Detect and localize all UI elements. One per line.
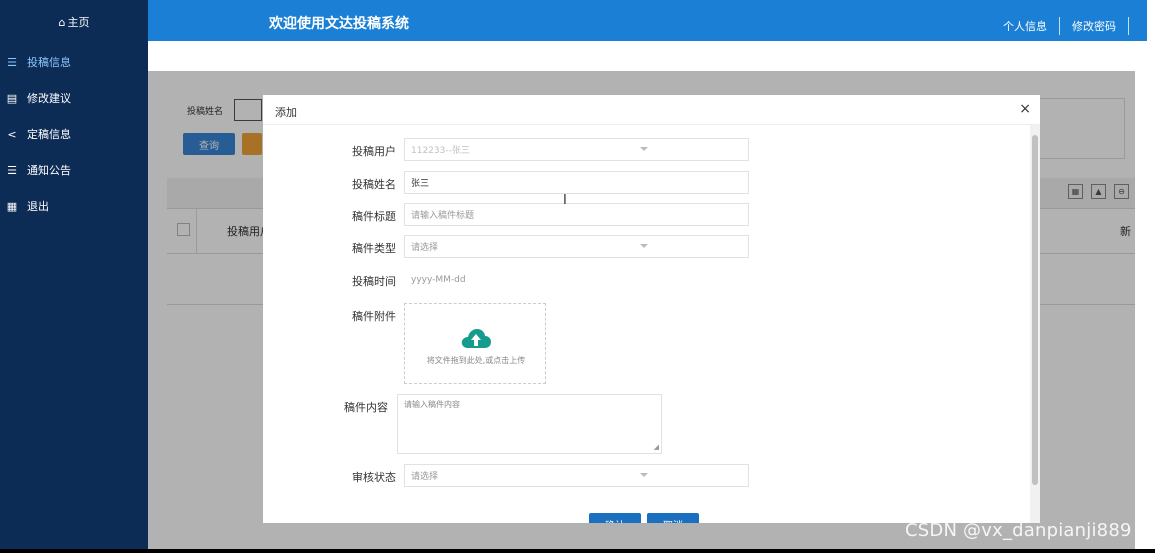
time-picker[interactable]: yyyy-MM-dd (404, 268, 554, 291)
type-label: 稿件类型 (352, 242, 396, 255)
text-cursor-icon: I (563, 193, 567, 208)
status-select[interactable]: 请选择 (404, 464, 749, 487)
sidebar-item-label: 通知公告 (27, 164, 71, 177)
status-label: 审核状态 (352, 471, 396, 484)
add-dialog: 添加 × 投稿用户 112233--张三 投稿姓名 张三 稿件标题 请输入稿件标… (263, 95, 1040, 523)
user-value: 112233--张三 (411, 146, 470, 156)
time-label: 投稿时间 (352, 275, 396, 288)
dialog-title: 添加 (275, 106, 297, 119)
change-password-link[interactable]: 修改密码 (1072, 18, 1116, 34)
list-icon: ☰ (7, 163, 17, 177)
type-select[interactable]: 请选择 (404, 235, 749, 258)
sidebar-item-label: 修改建议 (27, 92, 71, 105)
chevron-down-icon (640, 244, 648, 248)
name-label: 投稿姓名 (352, 178, 396, 191)
sidebar-item-submission-info[interactable]: ☰ 投稿信息 (0, 44, 148, 80)
dialog-header: 添加 × (263, 95, 1040, 125)
name-value: 张三 (411, 179, 430, 189)
grid-icon: ▦ (6, 199, 18, 213)
sidebar-item-suggestions[interactable]: ▤ 修改建议 (0, 80, 148, 116)
sidebar-item-final-info[interactable]: < 定稿信息 (0, 116, 148, 152)
header-divider (1059, 17, 1060, 35)
share-icon: < (7, 127, 17, 141)
sidebar-item-label: 退出 (27, 200, 49, 213)
status-placeholder: 请选择 (411, 472, 439, 482)
page-title: 欢迎使用文达投稿系统 (269, 16, 409, 32)
content-textarea[interactable]: 请输入稿件内容 ◢ (397, 394, 662, 454)
chevron-down-icon (640, 147, 648, 151)
content-placeholder: 请输入稿件内容 (404, 400, 460, 409)
cloud-upload-icon (461, 329, 491, 348)
resize-grip-icon[interactable]: ◢ (654, 443, 659, 451)
list-icon: ☰ (7, 55, 17, 69)
right-edge (1147, 0, 1155, 553)
home-icon: ⌂ (58, 15, 66, 29)
time-placeholder: yyyy-MM-dd (411, 274, 466, 285)
dialog-scrollbar[interactable] (1030, 125, 1040, 523)
attachment-label: 稿件附件 (352, 310, 396, 323)
sidebar-item-label: 投稿信息 (27, 56, 71, 69)
scrollbar-thumb[interactable] (1032, 135, 1038, 485)
top-header: 欢迎使用文达投稿系统 个人信息 修改密码 (148, 0, 1147, 41)
name-input[interactable]: 张三 (404, 171, 749, 194)
book-icon: ▤ (6, 91, 18, 105)
header-links: 个人信息 修改密码 (1003, 17, 1129, 35)
chevron-down-icon (640, 473, 648, 477)
cancel-button[interactable]: 取消 (647, 513, 699, 523)
sidebar-item-notices[interactable]: ☰ 通知公告 (0, 152, 148, 188)
content-label: 稿件内容 (344, 401, 388, 414)
title-input[interactable]: 请输入稿件标题 (404, 203, 749, 226)
upload-hint: 将文件拖到此处,或点击上传 (426, 356, 526, 365)
bottom-border (0, 549, 1155, 553)
title-placeholder: 请输入稿件标题 (411, 211, 475, 221)
sidebar: ⌂ 主页 ☰ 投稿信息 ▤ 修改建议 < 定稿信息 ☰ 通知公告 ▦ 退出 (0, 0, 148, 553)
header-divider (1128, 17, 1129, 35)
user-label: 投稿用户 (352, 145, 396, 158)
close-icon[interactable]: × (1019, 101, 1031, 117)
user-select: 112233--张三 (404, 138, 749, 161)
title-label: 稿件标题 (352, 210, 396, 223)
watermark: CSDN @vx_danpianji889 (905, 520, 1132, 541)
sidebar-item-label: 定稿信息 (27, 128, 71, 141)
upload-dropzone[interactable]: 将文件拖到此处,或点击上传 (404, 303, 546, 384)
type-placeholder: 请选择 (411, 243, 439, 253)
sidebar-home[interactable]: ⌂ 主页 (0, 0, 148, 44)
sidebar-item-logout[interactable]: ▦ 退出 (0, 188, 148, 224)
profile-link[interactable]: 个人信息 (1003, 18, 1047, 34)
confirm-button[interactable]: 确认 (589, 513, 641, 523)
sidebar-home-label: 主页 (67, 16, 90, 29)
